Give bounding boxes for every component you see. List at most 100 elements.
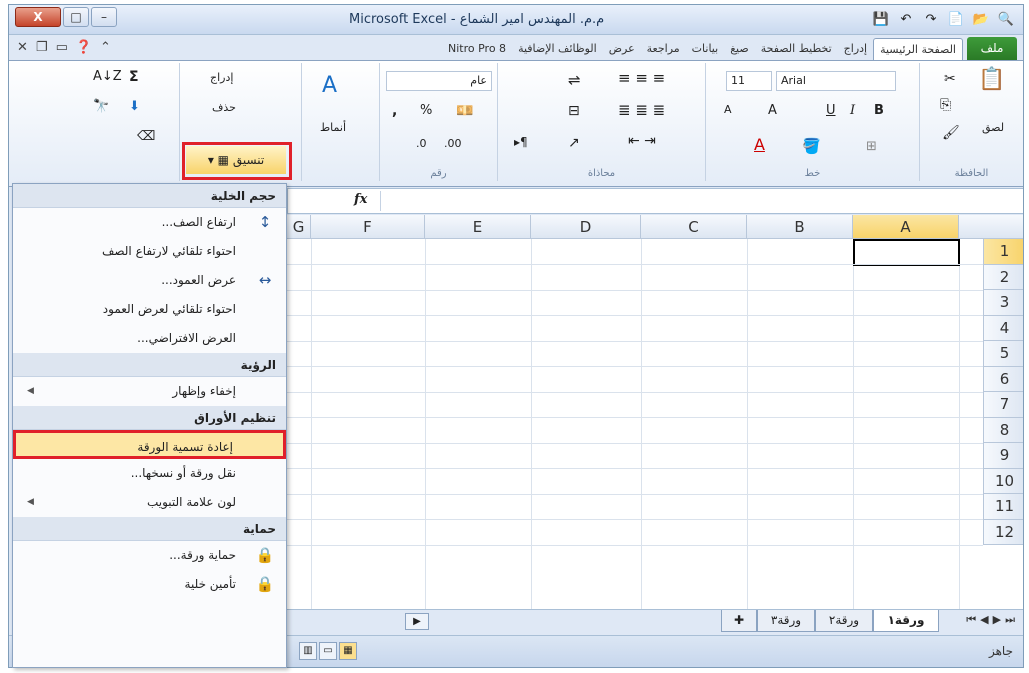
currency-icon[interactable]: 💴: [456, 103, 473, 119]
sort-filter-icon[interactable]: A↓Z: [93, 69, 122, 84]
row-header-8[interactable]: 8: [983, 417, 1023, 443]
fill-color-icon[interactable]: 🪣: [802, 137, 821, 155]
tab-addins[interactable]: الوظائف الإضافية: [512, 38, 603, 60]
menu-item[interactable]: تأمين خلية 🔒: [13, 570, 286, 599]
close-button[interactable]: X: [15, 7, 61, 27]
row-header-11[interactable]: 11: [983, 494, 1023, 520]
row-header-6[interactable]: 6: [983, 366, 1023, 392]
underline-button[interactable]: U: [826, 103, 836, 118]
borders-icon[interactable]: ⊞: [866, 139, 877, 154]
row-header-7[interactable]: 7: [983, 392, 1023, 418]
menu-item[interactable]: العرض الافتراضي...: [13, 324, 286, 353]
row-header-4[interactable]: 4: [983, 315, 1023, 341]
paste-icon[interactable]: 📋: [978, 67, 1005, 92]
formula-input[interactable]: [380, 191, 1000, 211]
row-header-3[interactable]: 3: [983, 290, 1023, 316]
menu-item[interactable]: لون علامة التبويب ◀: [13, 488, 286, 517]
cut-icon[interactable]: ✂: [944, 71, 956, 87]
menu-item[interactable]: حماية ورقة... 🔒: [13, 541, 286, 570]
collapse-ribbon-icon[interactable]: ⌃: [100, 40, 111, 55]
tab-file[interactable]: ملف: [967, 37, 1017, 60]
row-header-10[interactable]: 10: [983, 468, 1023, 494]
tab-review[interactable]: مراجعة: [641, 38, 686, 60]
tab-formulas[interactable]: صيغ: [724, 38, 755, 60]
tab-page-layout[interactable]: تخطيط الصفحة: [755, 38, 838, 60]
normal-view-icon[interactable]: ▦: [339, 642, 357, 660]
find-select-icon[interactable]: 🔭: [93, 99, 109, 114]
menu-item[interactable]: عرض العمود... ↔: [13, 266, 286, 295]
sheet-tab-1[interactable]: ورقة١: [873, 610, 939, 632]
orientation-icon[interactable]: ↗: [568, 135, 580, 151]
menu-item[interactable]: احتواء تلقائي لارتفاع الصف: [13, 237, 286, 266]
print-preview-icon[interactable]: 🔍: [995, 9, 1017, 29]
clear-icon[interactable]: ⌫: [137, 129, 155, 144]
insert-function-icon[interactable]: fx: [354, 192, 367, 207]
font-size-select[interactable]: 11: [726, 71, 772, 91]
row-header-1[interactable]: 1: [983, 239, 1023, 265]
increase-font-icon[interactable]: A: [768, 103, 777, 118]
text-direction-icon[interactable]: ▸¶: [514, 135, 528, 149]
worksheet-grid[interactable]: G F E D C B A 1 2 3 4 5 6 7 8 9 10 11 12: [287, 215, 1023, 609]
autosum-icon[interactable]: Σ: [129, 69, 139, 85]
copy-icon[interactable]: ⎘: [940, 97, 951, 113]
column-header-B[interactable]: B: [747, 215, 853, 239]
styles-icon[interactable]: A: [322, 73, 337, 98]
wrap-text-icon[interactable]: ⇌: [568, 71, 581, 89]
align-right-icon[interactable]: ≣ ≣ ≣: [618, 101, 665, 119]
page-layout-view-icon[interactable]: ▭: [319, 642, 337, 660]
tab-nitro[interactable]: Nitro Pro 8: [442, 38, 512, 60]
sheet-nav-arrows[interactable]: ⏮◀▶⏭: [966, 613, 1019, 627]
delete-cells-button[interactable]: حذف: [212, 101, 236, 114]
row-header-2[interactable]: 2: [983, 264, 1023, 290]
decrease-font-icon[interactable]: A: [724, 103, 732, 116]
indent-icon[interactable]: ⇤ ⇥: [628, 133, 656, 149]
tab-home[interactable]: الصفحة الرئيسية: [873, 38, 963, 60]
undo-icon[interactable]: ↶: [895, 9, 917, 29]
styles-button[interactable]: أنماط: [320, 121, 346, 134]
select-all-corner[interactable]: [959, 215, 1023, 239]
italic-button[interactable]: I: [850, 103, 855, 118]
menu-item[interactable]: إعادة تسمية الورقة: [13, 430, 286, 459]
maximize-button[interactable]: □: [63, 7, 89, 27]
increase-decimal-icon[interactable]: .0: [416, 137, 427, 150]
save-icon[interactable]: 💾: [870, 9, 892, 29]
restore-workbook-icon[interactable]: ❐: [36, 40, 48, 55]
active-cell[interactable]: [853, 239, 960, 266]
merge-center-icon[interactable]: ⊟: [568, 103, 580, 119]
minimize-ribbon-icon[interactable]: ▭: [56, 40, 68, 55]
new-file-icon[interactable]: 📄: [945, 9, 967, 29]
help-icon[interactable]: ❓: [76, 40, 92, 55]
page-break-view-icon[interactable]: ▥: [299, 642, 317, 660]
close-workbook-icon[interactable]: ✕: [17, 40, 28, 55]
insert-cells-button[interactable]: إدراج: [210, 71, 233, 84]
paste-button[interactable]: لصق: [982, 121, 1004, 134]
sheet-tab-3[interactable]: ورقة٣: [757, 610, 815, 632]
minimize-button[interactable]: –: [91, 7, 117, 27]
tab-view[interactable]: عرض: [603, 38, 641, 60]
insert-sheet-icon[interactable]: ✚: [721, 610, 757, 632]
menu-item[interactable]: احتواء تلقائي لعرض العمود: [13, 295, 286, 324]
menu-item[interactable]: إخفاء وإظهار ◀: [13, 377, 286, 406]
tab-data[interactable]: بيانات: [686, 38, 725, 60]
menu-item[interactable]: ارتفاع الصف... ↕: [13, 208, 286, 237]
column-header-A[interactable]: A: [853, 215, 959, 239]
number-format-select[interactable]: عام: [386, 71, 492, 91]
column-header-G-partial[interactable]: G: [287, 215, 311, 239]
sheet-tab-2[interactable]: ورقة٢: [815, 610, 873, 632]
row-header-5[interactable]: 5: [983, 341, 1023, 367]
bold-button[interactable]: B: [874, 103, 884, 118]
open-folder-icon[interactable]: 📂: [970, 9, 992, 29]
row-header-12[interactable]: 12: [983, 519, 1023, 545]
font-name-select[interactable]: Arial: [776, 71, 896, 91]
horizontal-scroll-left[interactable]: ▶: [405, 613, 429, 630]
comma-button[interactable]: ,: [392, 103, 397, 119]
column-header-E[interactable]: E: [425, 215, 531, 239]
format-painter-icon[interactable]: 🖌: [942, 125, 960, 141]
fill-icon[interactable]: ⬇: [129, 99, 140, 114]
percent-button[interactable]: %: [420, 103, 432, 118]
column-header-F[interactable]: F: [311, 215, 425, 239]
column-header-D[interactable]: D: [531, 215, 641, 239]
redo-icon[interactable]: ↷: [920, 9, 942, 29]
tab-insert[interactable]: إدراج: [838, 38, 873, 60]
font-color-icon[interactable]: A: [754, 135, 765, 154]
